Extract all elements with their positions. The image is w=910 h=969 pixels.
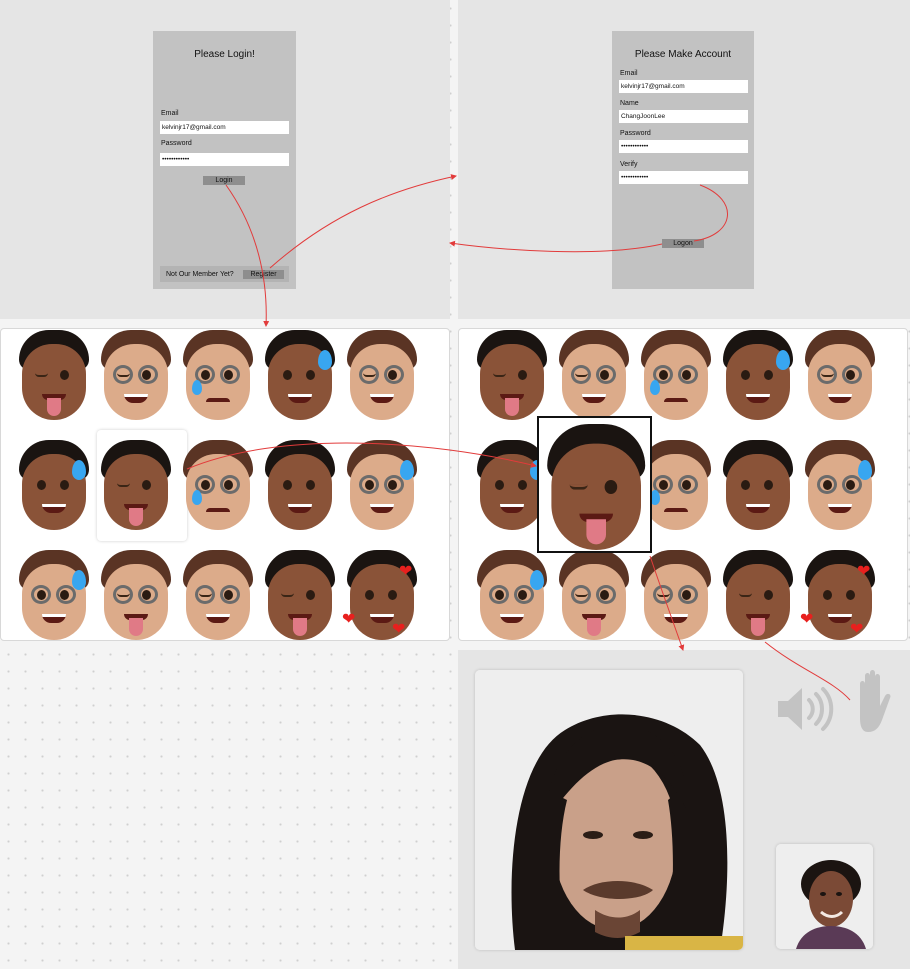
emoji-crying-glasses-light[interactable] — [180, 330, 256, 422]
signup-title: Please Make Account — [634, 49, 732, 60]
raised-hand-icon[interactable] — [850, 668, 898, 736]
login-button[interactable]: Login — [203, 176, 245, 185]
self-person-photo — [776, 844, 873, 949]
emoji-crying-glasses-light[interactable] — [638, 330, 714, 422]
login-screen: Please Login! Email kelvinjr17@gmail.com… — [153, 31, 296, 289]
login-title: Please Login! — [194, 49, 255, 60]
login-footer: Not Our Member Yet? Register — [160, 266, 289, 282]
emoji-smile-dark[interactable] — [720, 440, 796, 532]
emoji-wink-tongue-dark[interactable] — [720, 550, 796, 642]
password-field[interactable]: •••••••••••• — [160, 153, 289, 166]
emoji-sweat-glasses-light[interactable] — [474, 550, 550, 642]
emoji-hearts-dark[interactable]: ❤ ❤ ❤ — [342, 550, 420, 642]
emoji-sweat-dark[interactable] — [262, 330, 338, 422]
password-label: Password — [161, 140, 192, 147]
email-field[interactable]: kelvinjr17@gmail.com — [619, 80, 748, 93]
emoji-wink-tongue-dark[interactable] — [474, 330, 550, 422]
emoji-sweat-glasses-light[interactable] — [344, 440, 420, 532]
logon-button[interactable]: Logon — [662, 239, 704, 248]
signup-screen: Please Make Account Email kelvinjr17@gma… — [612, 31, 754, 289]
emoji-wink-tongue-glasses-light[interactable] — [98, 550, 174, 642]
emoji-wink-tongue-glasses-light[interactable] — [556, 550, 632, 642]
verify-field[interactable]: •••••••••••• — [619, 171, 748, 184]
emoji-wink-tongue-dark[interactable] — [262, 550, 338, 642]
emoji-sweat-glasses-light[interactable] — [16, 550, 92, 642]
emoji-wink-glasses-light[interactable] — [556, 330, 632, 422]
emoji-wink-glasses-light[interactable] — [802, 330, 878, 422]
email-label: Email — [620, 70, 638, 77]
selected-emoji[interactable] — [543, 424, 649, 553]
name-label: Name — [620, 100, 639, 107]
password-field[interactable]: •••••••••••• — [619, 140, 748, 153]
email-field[interactable]: kelvinjr17@gmail.com — [160, 121, 289, 134]
emoji-sweat-dark[interactable] — [16, 440, 92, 532]
emoji-wink-tongue-dark[interactable] — [98, 440, 174, 532]
register-button[interactable]: Register — [243, 270, 284, 279]
emoji-smile-dark[interactable] — [262, 440, 338, 532]
not-member-text: Not Our Member Yet? — [166, 271, 234, 278]
remote-person-photo — [475, 670, 743, 950]
name-field[interactable]: ChangJoonLee — [619, 110, 748, 123]
emoji-hearts-dark[interactable]: ❤ ❤ ❤ — [800, 550, 878, 642]
emoji-wink-glasses-light[interactable] — [344, 330, 420, 422]
email-label: Email — [161, 110, 179, 117]
self-video — [776, 844, 873, 949]
login-frame: Please Login! Email kelvinjr17@gmail.com… — [0, 0, 450, 319]
signup-frame: Please Make Account Email kelvinjr17@gma… — [458, 0, 910, 319]
verify-label: Verify — [620, 161, 638, 168]
speaker-icon[interactable] — [776, 684, 834, 734]
emoji-sweat-glasses-light[interactable] — [802, 440, 878, 532]
emoji-wink-glasses-light[interactable] — [638, 550, 714, 642]
remote-video — [475, 670, 743, 950]
password-label: Password — [620, 130, 651, 137]
call-frame — [458, 650, 910, 969]
emoji-wink-tongue-dark[interactable] — [16, 330, 92, 422]
emoji-wink-glasses-light[interactable] — [98, 330, 174, 422]
emoji-crying-glasses-light[interactable] — [180, 440, 256, 532]
emoji-sweat-dark[interactable] — [720, 330, 796, 422]
emoji-wink-glasses-light[interactable] — [180, 550, 256, 642]
